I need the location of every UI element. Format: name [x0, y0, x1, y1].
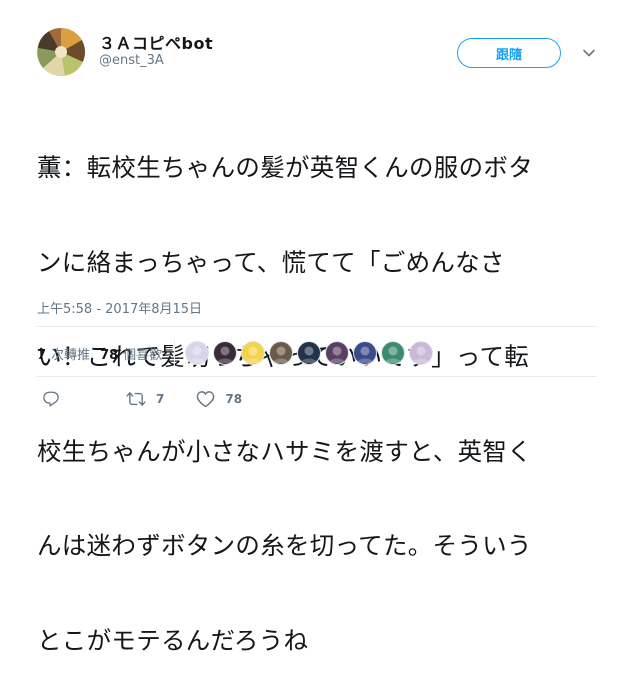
tweet-actions: 7 78 [42, 390, 272, 408]
like-label: 個喜歡 [123, 347, 163, 363]
retweet-stat[interactable]: 7 次轉推 [37, 344, 90, 363]
liker-avatar[interactable] [269, 341, 294, 365]
tweet-text: 薫：転校生ちゃんの髪が英智くんの服のボタ ンに絡まっちゃって、慌てて「ごめんなさ… [37, 89, 597, 688]
tweet-text-line: 薫：転校生ちゃんの髪が英智くんの服のボタ [37, 153, 533, 182]
likers-avatars [185, 341, 437, 365]
liker-avatar[interactable] [297, 341, 322, 365]
retweet-icon [126, 390, 146, 408]
retweet-count: 7 [37, 347, 47, 363]
stats-top-divider [37, 326, 597, 327]
heart-icon [196, 390, 215, 408]
tweet-stats: 7 次轉推 78 個喜歡 [37, 336, 437, 370]
tweet-timestamp[interactable]: 上午5:58 - 2017年8月15日 [37, 298, 202, 317]
like-action-count: 78 [225, 392, 243, 406]
retweet-button[interactable]: 7 [126, 390, 164, 408]
tweet-text-line: 校生ちゃんが小さなハサミを渡すと、英智く [37, 436, 533, 466]
liker-avatar[interactable] [381, 341, 406, 365]
like-button[interactable]: 78 [196, 390, 242, 408]
more-options-chevron-icon[interactable] [582, 45, 596, 59]
follow-button[interactable]: 跟隨 [457, 38, 561, 68]
author-handle[interactable]: @enst_3A [99, 53, 164, 68]
liker-avatar[interactable] [213, 341, 238, 365]
liker-avatar[interactable] [185, 341, 210, 365]
author-avatar[interactable] [37, 28, 85, 76]
tweet-text-line: んは迷わずボタンの糸を切ってた。そういう [37, 531, 532, 560]
liker-avatar[interactable] [409, 341, 434, 365]
retweet-label: 次轉推 [51, 347, 91, 363]
retweet-action-count: 7 [156, 392, 165, 406]
stats-separator [174, 339, 176, 367]
author-display-name[interactable]: ３Ａコピペbot [99, 30, 213, 54]
like-stat[interactable]: 78 個喜歡 [100, 344, 162, 363]
liker-avatar[interactable] [325, 341, 350, 365]
stats-bottom-divider [37, 376, 597, 377]
like-count: 78 [100, 347, 119, 363]
tweet-text-line: ンに絡まっちゃって、慌てて「ごめんなさ [37, 247, 505, 277]
tweet-text-line: とこがモテるんだろうね [37, 625, 309, 655]
reply-icon [42, 390, 60, 408]
liker-avatar[interactable] [353, 341, 378, 365]
reply-button[interactable] [42, 390, 60, 408]
liker-avatar[interactable] [241, 341, 266, 365]
